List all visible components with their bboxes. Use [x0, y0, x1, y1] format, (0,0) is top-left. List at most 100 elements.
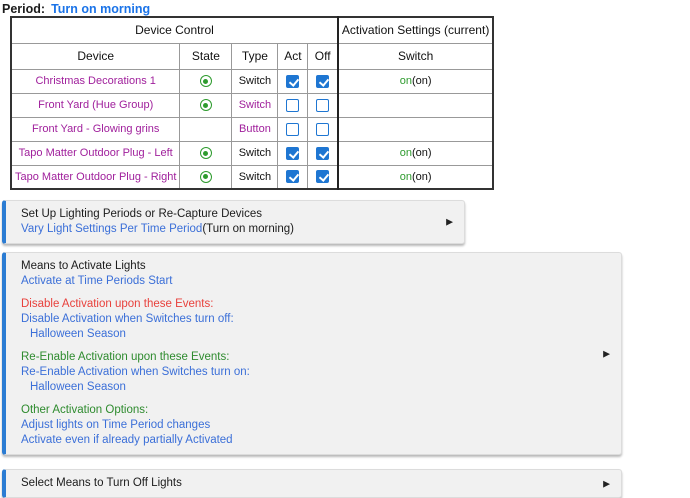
- section-line: Re-Enable Activation when Switches turn …: [21, 365, 595, 380]
- device-row: Tapo Matter Outdoor Plug - LeftSwitchon(…: [11, 141, 493, 165]
- state-on-icon: [200, 147, 212, 159]
- expand-arrow-icon[interactable]: ▶: [603, 479, 610, 488]
- section-link[interactable]: Vary Light Settings Per Time Period: [21, 223, 202, 235]
- section-link[interactable]: Halloween Season: [30, 328, 126, 340]
- section-line: Re-Enable Activation upon these Events:: [21, 350, 595, 365]
- act-checkbox[interactable]: [286, 170, 299, 183]
- section-line: Activate at Time Periods Start: [21, 274, 595, 289]
- table-cell: [278, 117, 308, 141]
- section-line: Disable Activation upon these Events:: [21, 297, 595, 312]
- table-cell: [180, 141, 232, 165]
- expand-arrow-icon[interactable]: ▶: [446, 218, 453, 227]
- blank-line: [21, 342, 595, 350]
- blank-line: [21, 395, 595, 403]
- table-cell: Front Yard (Hue Group): [11, 93, 180, 117]
- section-text: Means to Activate Lights: [21, 260, 146, 272]
- switch-state-value: on: [400, 147, 412, 159]
- device-name-link[interactable]: Front Yard - Glowing grins: [32, 123, 159, 135]
- period-link[interactable]: Turn on morning: [51, 2, 150, 16]
- off-checkbox[interactable]: [316, 170, 329, 183]
- section-text: Other Activation Options:: [21, 404, 148, 416]
- switch-state-suffix: (on): [412, 147, 432, 159]
- group-header-activation-settings: Activation Settings (current): [338, 17, 493, 43]
- table-cell: Tapo Matter Outdoor Plug - Right: [11, 165, 180, 189]
- col-header-switch: Switch: [338, 43, 493, 69]
- device-name-link[interactable]: Tapo Matter Outdoor Plug - Right: [15, 171, 176, 183]
- blank-line: [21, 289, 595, 297]
- col-header-off: Off: [308, 43, 338, 69]
- off-checkbox[interactable]: [316, 99, 329, 112]
- table-cell: Front Yard - Glowing grins: [11, 117, 180, 141]
- table-cell: [308, 93, 338, 117]
- switch-state-suffix: (on): [412, 171, 432, 183]
- section-line: Adjust lights on Time Period changes: [21, 418, 595, 433]
- table-cell: [338, 93, 493, 117]
- section-line: Means to Activate Lights: [21, 259, 595, 274]
- section-link[interactable]: Adjust lights on Time Period changes: [21, 419, 210, 431]
- off-checkbox[interactable]: [316, 147, 329, 160]
- table-cell: Button: [232, 117, 278, 141]
- table-cell: on(on): [338, 141, 493, 165]
- group-header-device-control: Device Control: [11, 17, 338, 43]
- section-line: Halloween Season: [21, 380, 595, 395]
- section-link[interactable]: Re-Enable Activation when Switches turn …: [21, 366, 250, 378]
- device-row: Front Yard - Glowing grins Button: [11, 117, 493, 141]
- table-cell: [338, 117, 493, 141]
- section-text: Re-Enable Activation upon these Events:: [21, 351, 229, 363]
- section-text: Select Means to Turn Off Lights: [21, 477, 182, 489]
- act-checkbox[interactable]: [286, 99, 299, 112]
- expand-arrow-icon[interactable]: ▶: [603, 349, 610, 358]
- table-cell: on(on): [338, 69, 493, 93]
- section-line: Other Activation Options:: [21, 403, 595, 418]
- table-cell: [308, 69, 338, 93]
- group-header-row: Device Control Activation Settings (curr…: [11, 17, 493, 43]
- column-header-row: Device State Type Act Off Switch: [11, 43, 493, 69]
- section-link[interactable]: Activate at Time Periods Start: [21, 275, 172, 287]
- col-header-state: State: [180, 43, 232, 69]
- section-line: Halloween Season: [21, 327, 595, 342]
- col-header-act: Act: [278, 43, 308, 69]
- act-checkbox[interactable]: [286, 75, 299, 88]
- device-table: Device Control Activation Settings (curr…: [10, 16, 494, 190]
- device-name-link[interactable]: Front Yard (Hue Group): [38, 99, 153, 111]
- state-on-icon: [200, 99, 212, 111]
- device-type-label: Button: [239, 123, 271, 135]
- table-cell: [180, 165, 232, 189]
- device-type-label: Switch: [239, 171, 271, 183]
- table-cell: [308, 165, 338, 189]
- device-name-link[interactable]: Tapo Matter Outdoor Plug - Left: [19, 147, 173, 159]
- period-label: Period:: [2, 2, 45, 16]
- switch-state-suffix: (on): [412, 75, 432, 87]
- section-line: Set Up Lighting Periods or Re-Capture De…: [21, 207, 438, 222]
- device-name-link[interactable]: Christmas Decorations 1: [35, 75, 155, 87]
- table-cell: [278, 141, 308, 165]
- section-text: Set Up Lighting Periods or Re-Capture De…: [21, 208, 262, 220]
- state-on-icon: [200, 171, 212, 183]
- col-header-type: Type: [232, 43, 278, 69]
- device-row: Tapo Matter Outdoor Plug - Right Switch on…: [11, 165, 493, 189]
- section-link[interactable]: Activate even if already partially Activ…: [21, 434, 233, 446]
- off-checkbox[interactable]: [316, 123, 329, 136]
- section-link[interactable]: Halloween Season: [30, 381, 126, 393]
- section-line: Vary Light Settings Per Time Period(Turn…: [21, 222, 438, 237]
- table-cell: [308, 141, 338, 165]
- section-line: Activate even if already partially Activ…: [21, 433, 595, 448]
- section-link[interactable]: Disable Activation when Switches turn of…: [21, 313, 234, 325]
- table-cell: on(on): [338, 165, 493, 189]
- section-text: Disable Activation upon these Events:: [21, 298, 213, 310]
- device-row: Christmas Decorations 1Switchon(on): [11, 69, 493, 93]
- section-turn-off-lights[interactable]: Select Means to Turn Off Lights ▶: [2, 469, 622, 498]
- section-text: (Turn on morning): [202, 223, 294, 235]
- table-cell: [278, 69, 308, 93]
- section-lighting-periods[interactable]: Set Up Lighting Periods or Re-Capture De…: [2, 200, 465, 244]
- table-cell: Christmas Decorations 1: [11, 69, 180, 93]
- act-checkbox[interactable]: [286, 123, 299, 136]
- section-means-to-activate[interactable]: Means to Activate Lights Activate at Time…: [2, 252, 622, 455]
- section-line: Disable Activation when Switches turn of…: [21, 312, 595, 327]
- switch-state-value: on: [400, 171, 412, 183]
- table-cell: [308, 117, 338, 141]
- switch-state-value: on: [400, 75, 412, 87]
- act-checkbox[interactable]: [286, 147, 299, 160]
- off-checkbox[interactable]: [316, 75, 329, 88]
- period-line: Period: Turn on morning: [0, 0, 690, 16]
